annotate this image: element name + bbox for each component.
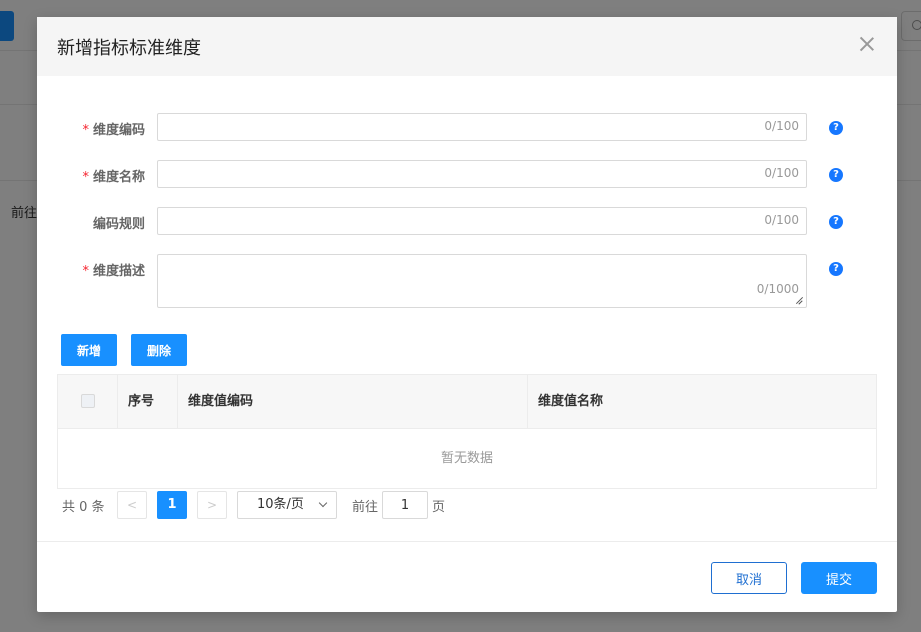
- dialog-header: 新增指标标准维度: [37, 17, 897, 76]
- table-header: 序号 维度值编码 维度值名称: [58, 375, 876, 429]
- column-header-value-code: 维度值编码: [178, 375, 528, 429]
- select-all-checkbox[interactable]: [81, 394, 95, 408]
- cancel-button[interactable]: 取消: [711, 562, 787, 594]
- dimension-description-textarea[interactable]: [157, 254, 807, 308]
- add-button[interactable]: 新增: [61, 334, 117, 366]
- next-page-button[interactable]: >: [197, 491, 227, 519]
- question-circle-icon[interactable]: ?: [829, 168, 843, 182]
- dimension-description-label: 维度描述: [92, 264, 145, 279]
- required-mark: *: [82, 123, 89, 138]
- column-header-value-name: 维度值名称: [538, 394, 604, 409]
- field-label: * 维度名称: [57, 166, 145, 185]
- coding-rule-input[interactable]: [157, 207, 807, 235]
- pagination-total: 共 0 条: [62, 500, 105, 515]
- column-header-index: 序号: [118, 375, 178, 429]
- form-row-dimension-code: * 维度编码 0/100 ?: [37, 113, 897, 141]
- dialog-title: 新增指标标准维度: [57, 38, 201, 59]
- close-icon[interactable]: [859, 36, 875, 52]
- select-all-cell: [58, 375, 118, 429]
- coding-rule-label: 编码规则: [92, 217, 145, 232]
- form-row-dimension-description: * 维度描述 0/1000 ?: [37, 254, 897, 308]
- dimension-code-input[interactable]: [157, 113, 807, 141]
- dimension-name-input[interactable]: [157, 160, 807, 188]
- goto-page-input[interactable]: [382, 491, 428, 519]
- prev-page-button[interactable]: <: [117, 491, 147, 519]
- add-dimension-dialog: 新增指标标准维度 * 维度编码 0/100 ? * 维度名称 0/100 ? 编码规…: [37, 17, 897, 612]
- form-row-dimension-name: * 维度名称 0/100 ?: [37, 160, 897, 188]
- dimension-values-table: 序号 维度值编码 维度值名称 暂无数据: [57, 374, 877, 489]
- required-mark: *: [82, 170, 89, 185]
- page-unit-label: 页: [432, 500, 446, 515]
- question-circle-icon[interactable]: ?: [829, 121, 843, 135]
- char-counter: 0/1000: [756, 282, 799, 296]
- char-counter: 0/100: [764, 213, 799, 227]
- dimension-code-label: 维度编码: [92, 123, 145, 138]
- question-circle-icon[interactable]: ?: [829, 262, 843, 276]
- delete-button[interactable]: 删除: [131, 334, 187, 366]
- char-counter: 0/100: [764, 166, 799, 180]
- footer-divider: [37, 541, 897, 542]
- goto-label: 前往: [352, 500, 379, 515]
- page-size-select[interactable]: 10条/页: [237, 491, 337, 519]
- field-label: * 维度描述: [57, 260, 145, 279]
- required-mark: *: [82, 264, 89, 279]
- dimension-name-label: 维度名称: [92, 170, 145, 185]
- page-number-current[interactable]: 1: [157, 491, 187, 519]
- resize-grip-icon[interactable]: [793, 295, 803, 305]
- chevron-down-icon: [318, 498, 328, 508]
- question-circle-icon[interactable]: ?: [829, 215, 843, 229]
- field-label: * 维度编码: [57, 119, 145, 138]
- char-counter: 0/100: [764, 119, 799, 133]
- field-label: 编码规则: [57, 213, 145, 232]
- page-size-value: 10条/页: [257, 497, 304, 512]
- submit-button[interactable]: 提交: [801, 562, 877, 594]
- form-row-coding-rule: 编码规则 0/100 ?: [37, 207, 897, 235]
- empty-state-text: 暂无数据: [440, 451, 493, 466]
